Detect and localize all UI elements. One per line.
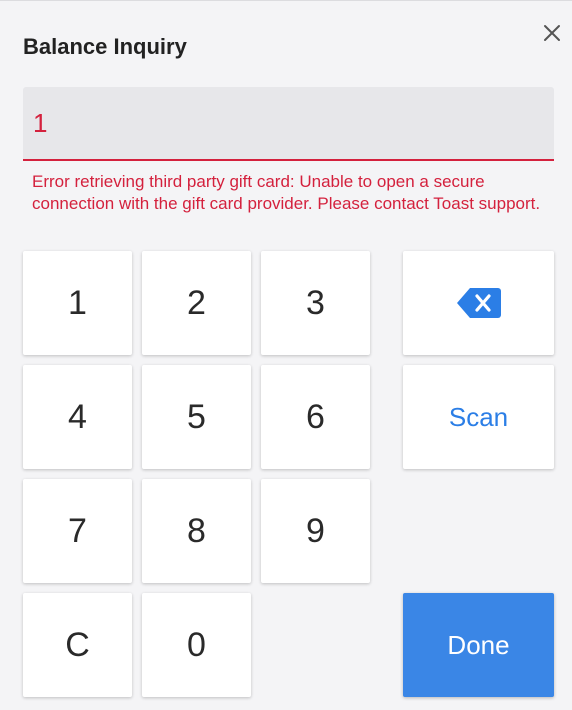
- key-0[interactable]: 0: [142, 593, 251, 697]
- key-6[interactable]: 6: [261, 365, 370, 469]
- card-number-field[interactable]: [23, 87, 554, 161]
- backspace-icon: [456, 288, 501, 318]
- close-button[interactable]: [538, 19, 566, 47]
- key-7[interactable]: 7: [23, 479, 132, 583]
- card-number-input[interactable]: [33, 107, 554, 139]
- close-icon: [544, 25, 560, 41]
- backspace-button[interactable]: [403, 251, 554, 355]
- clear-button[interactable]: C: [23, 593, 132, 697]
- key-5[interactable]: 5: [142, 365, 251, 469]
- key-4[interactable]: 4: [23, 365, 132, 469]
- key-9[interactable]: 9: [261, 479, 370, 583]
- key-3[interactable]: 3: [261, 251, 370, 355]
- key-1[interactable]: 1: [23, 251, 132, 355]
- done-button[interactable]: Done: [403, 593, 554, 697]
- scan-button[interactable]: Scan: [403, 365, 554, 469]
- balance-inquiry-dialog: Balance Inquiry Error retrieving third p…: [0, 0, 572, 710]
- error-message: Error retrieving third party gift card: …: [32, 172, 541, 213]
- key-2[interactable]: 2: [142, 251, 251, 355]
- dialog-title: Balance Inquiry: [23, 34, 187, 59]
- key-8[interactable]: 8: [142, 479, 251, 583]
